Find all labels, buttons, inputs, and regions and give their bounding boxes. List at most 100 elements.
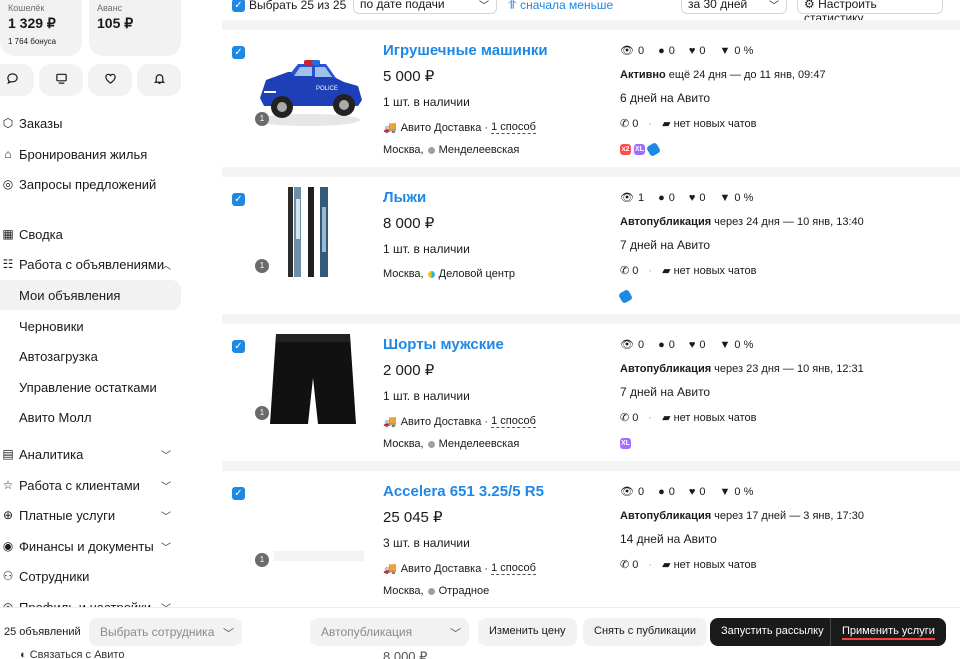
metro-station: Деловой центр	[438, 268, 516, 280]
x2-badge[interactable]: x2	[620, 144, 631, 155]
sidebar-item-my-listings[interactable]: Мои объявления	[0, 280, 181, 310]
sort-order-label: сначала меньше	[520, 0, 614, 12]
action-select[interactable]: Автопубликация ﹀	[310, 618, 469, 646]
sidebar-item-clients[interactable]: ☆ Работа с клиентами ﹀	[0, 470, 181, 500]
monitor-button[interactable]	[39, 64, 83, 96]
listing-stats: 👁 0 ● 0 ♥ 0 ▼ 0 %	[620, 44, 753, 58]
sidebar-item-label: Работа с клиентами	[19, 477, 140, 493]
service-badges: XL	[620, 438, 631, 449]
highlight-badge[interactable]	[645, 141, 662, 158]
sidebar-item-drafts[interactable]: Черновики	[0, 311, 181, 341]
heart-icon: ♥	[688, 191, 696, 204]
sort-select[interactable]: по дате подачи ﹀	[353, 0, 497, 14]
configure-stats-button[interactable]: ⚙ Настроить статистику	[797, 0, 943, 25]
favorites-button[interactable]	[88, 64, 132, 96]
action-select-placeholder: Автопубликация	[321, 625, 413, 639]
listing-title[interactable]: Лыжи	[383, 189, 426, 206]
listing-contacts: ✆ 0 · ▰ нет новых чатов	[620, 411, 757, 425]
truck-icon: 🚚	[383, 122, 397, 134]
metro-station: Менделеевская	[438, 144, 520, 156]
messages-button[interactable]	[0, 64, 34, 96]
sidebar-item-summary[interactable]: ▦ Сводка	[0, 219, 181, 249]
sidebar-item-autoload[interactable]: Автозагрузка	[0, 341, 181, 371]
listing-stats: 👁 0 ● 0 ♥ 0 ▼ 0 %	[620, 485, 754, 499]
heart-icon: ♥	[688, 338, 696, 351]
sidebar-item-orders[interactable]: ⬡ Заказы	[0, 108, 181, 138]
sidebar-item-avito-mall[interactable]: Авито Молл	[0, 402, 181, 432]
views-count: 0	[637, 44, 645, 57]
start-mailing-button[interactable]: Запустить рассылку	[710, 618, 835, 646]
listing-location: Москва, Деловой центр	[383, 268, 515, 280]
contacts-count: 0	[668, 191, 675, 204]
select-all-label: Выбрать 25 из 25	[249, 0, 347, 12]
status-label: Активно	[620, 69, 666, 81]
listing-price: 5 000 ₽	[383, 68, 435, 85]
sidebar-item-requests[interactable]: ◎ Запросы предложений	[0, 169, 181, 199]
photo-count-badge: 1	[255, 406, 269, 420]
chevron-up-icon: ︿	[161, 260, 171, 272]
apply-services-button[interactable]: Применить услуги	[830, 618, 946, 646]
sidebar-item-paid-services[interactable]: ⊕ Платные услуги ﹀	[0, 500, 181, 530]
chat-icon: ▰	[662, 412, 671, 424]
change-price-button[interactable]: Изменить цену	[478, 618, 577, 646]
period-select[interactable]: за 30 дней ﹀	[681, 0, 787, 14]
unpublish-button[interactable]: Снять с публикации	[583, 618, 708, 646]
chevron-down-icon: ﹀	[479, 1, 489, 12]
advance-label: Аванс	[97, 3, 123, 13]
sidebar-item-employees[interactable]: ⚇ Сотрудники	[0, 561, 181, 591]
advance-balance: 105 ₽	[97, 15, 134, 31]
sidebar-item-stock-management[interactable]: Управление остатками	[0, 372, 181, 402]
listing-checkbox[interactable]: ✓	[232, 487, 245, 500]
status-label: Автопубликация	[620, 510, 712, 522]
listing-contacts: ✆ 0 · ▰ нет новых чатов	[620, 264, 757, 278]
xl-badge[interactable]: XL	[620, 438, 631, 449]
checkmark-icon: ✓	[232, 0, 245, 12]
listing-location: Москва, Отрадное	[383, 585, 489, 597]
chart-icon: ▦	[2, 227, 14, 241]
listing-checkbox[interactable]: ✓	[232, 340, 245, 353]
notifications-button[interactable]	[137, 64, 181, 96]
chat-icon	[6, 72, 19, 88]
listing-checkbox[interactable]: ✓	[232, 193, 245, 206]
sidebar-item-contact-avito[interactable]: ◐ Связаться с Авито	[20, 649, 124, 659]
divider	[222, 20, 960, 30]
wallet-balance: 1 329 ₽	[8, 15, 56, 31]
select-all-checkbox[interactable]: ✓ Выбрать 25 из 25	[232, 0, 346, 12]
box-icon: ⬡	[2, 116, 14, 130]
xl-badge[interactable]: XL	[634, 144, 645, 155]
phone-icon: ✆	[620, 265, 630, 277]
conversion-value: 0 %	[734, 191, 754, 204]
chevron-down-icon: ﹀	[161, 450, 171, 462]
advance-card[interactable]: Аванс 105 ₽	[89, 0, 181, 56]
highlight-badge[interactable]	[617, 288, 634, 305]
sidebar-item-finance[interactable]: ◉ Финансы и документы ﹀	[0, 531, 181, 561]
listing-title[interactable]: Шорты мужские	[383, 336, 504, 353]
eye-icon: 👁	[620, 45, 634, 57]
conversion-value: 0 %	[734, 485, 754, 498]
chats-status: нет новых чатов	[673, 264, 757, 277]
home-icon: ⌂	[4, 147, 12, 161]
phone-icon: ✆	[620, 412, 630, 424]
sidebar-item-bookings[interactable]: ⌂ Бронирования жилья	[0, 139, 181, 169]
sidebar-item-analytics[interactable]: ▤ Аналитика ﹀	[0, 439, 181, 469]
wallet-card[interactable]: Кошелёк 1 329 ₽ 1 764 бонуса	[0, 0, 82, 56]
views-count: 0	[637, 338, 645, 351]
wallet-bonus: 1 764 бонуса	[8, 37, 57, 46]
employee-select-placeholder: Выбрать сотрудника	[100, 625, 215, 639]
listing-title[interactable]: Accelera 651 3.25/5 R5	[383, 483, 544, 500]
delivery-methods-link[interactable]: 1 способ	[491, 121, 536, 134]
delivery-label: Авито Доставка ·	[400, 415, 489, 428]
delivery-methods-link[interactable]: 1 способ	[491, 562, 536, 575]
employee-select[interactable]: Выбрать сотрудника ﹀	[89, 618, 242, 646]
delivery-methods-link[interactable]: 1 способ	[491, 415, 536, 428]
listing-stock: 1 шт. в наличии	[383, 242, 470, 256]
sidebar-item-listings-work[interactable]: ☷ Работа с объявлениями ︿	[0, 249, 181, 279]
truck-icon: 🚚	[383, 416, 397, 428]
listing-status: Автопубликация через 23 дня — 10 янв, 12…	[620, 363, 864, 375]
listing-checkbox[interactable]: ✓	[232, 46, 245, 59]
truck-icon: 🚚	[383, 563, 397, 575]
listing-title[interactable]: Игрушечные машинки	[383, 42, 548, 59]
sort-order-toggle[interactable]: ⥣ сначала меньше	[508, 0, 613, 13]
eye-icon: 👁	[620, 339, 634, 351]
metro-dot-icon	[427, 270, 435, 278]
